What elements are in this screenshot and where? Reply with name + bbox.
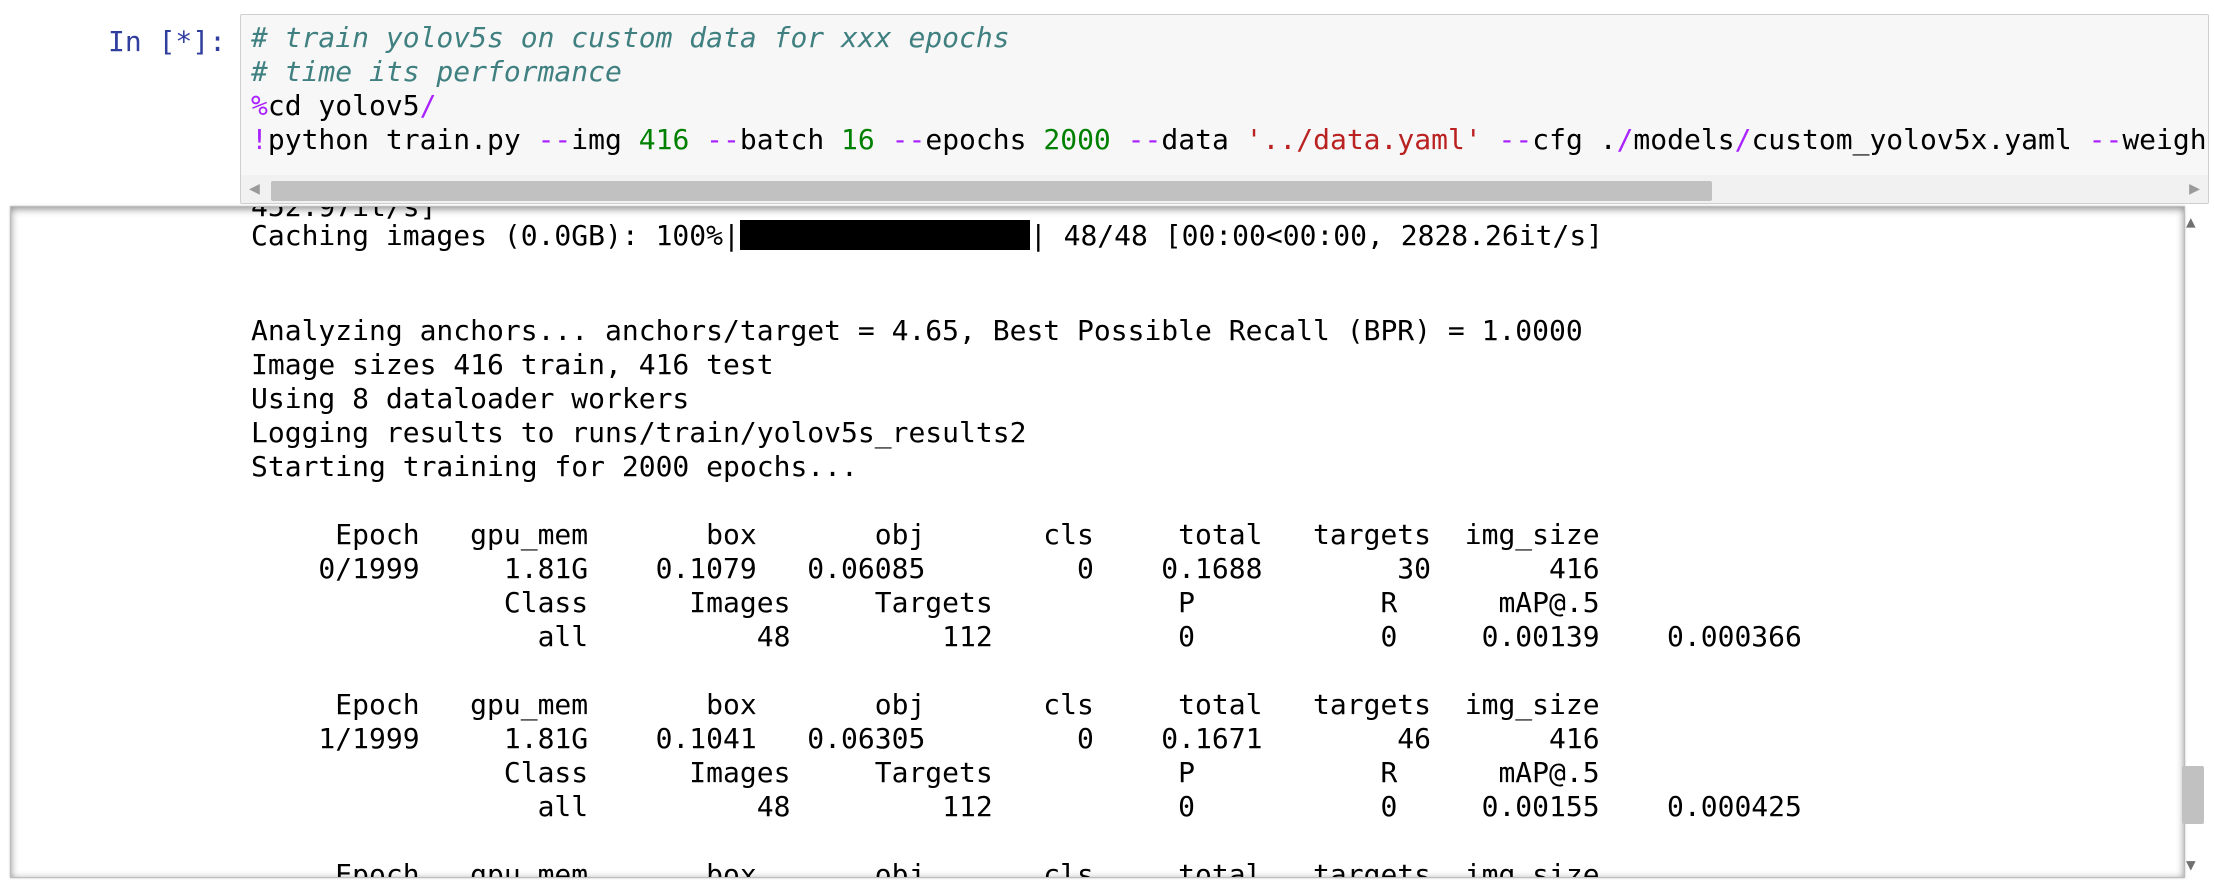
metrics-row: all 48 112 0 0 0.00155 0.000425	[251, 790, 1802, 823]
caching-progress-line: Caching images (0.0GB): 100%| | 48/48 [00…	[251, 219, 1603, 253]
vertical-scrollbar[interactable]: ▲ ▼	[2180, 206, 2206, 878]
output-log-lines: Analyzing anchors... anchors/target = 4.…	[251, 314, 1583, 484]
scroll-up-icon[interactable]: ▲	[2186, 212, 2196, 231]
metrics-row	[251, 824, 1802, 858]
metrics-row: 1/1999 1.81G 0.1041 0.06305 0 0.1671 46 …	[251, 722, 1600, 755]
code-token: # train yolov5s on custom data for xxx e…	[251, 21, 1010, 54]
code-token: # time its performance	[251, 55, 622, 88]
code-token: %	[251, 89, 268, 122]
code-token: --	[891, 123, 926, 156]
cell-prompt: In [*]:	[108, 25, 227, 58]
horizontal-scroll-thumb[interactable]	[271, 181, 1712, 201]
code-token: --	[1127, 123, 1162, 156]
code-token: 416	[638, 123, 690, 156]
metrics-row: Epoch gpu_mem box obj cls total targets …	[251, 518, 1600, 551]
code-token: batch	[739, 123, 842, 156]
output-line: Logging results to runs/train/yolov5s_re…	[251, 416, 1027, 449]
metrics-row: Class Images Targets P R mAP@.5	[251, 586, 1600, 619]
metrics-row	[251, 654, 1802, 688]
code-line: %cd yolov5/	[251, 89, 2207, 123]
code-token: '../data.yaml'	[1245, 123, 1482, 156]
output-line: Starting training for 2000 epochs...	[251, 450, 858, 483]
horizontal-scrollbar[interactable]: ◀ ▶	[241, 175, 2208, 203]
output-line: Image sizes 416 train, 416 test	[251, 348, 774, 381]
vertical-scroll-thumb[interactable]	[2182, 766, 2204, 824]
code-token: data	[1161, 123, 1246, 156]
code-token: cd yolov5	[267, 89, 420, 122]
code-token: python train.py	[267, 123, 538, 156]
training-metrics-table: Epoch gpu_mem box obj cls total targets …	[251, 518, 1802, 878]
code-token: 16	[841, 123, 875, 156]
metrics-row: all 48 112 0 0 0.00139 0.000366	[251, 620, 1802, 653]
progress-bar	[739, 220, 1030, 250]
scroll-left-icon[interactable]: ◀	[249, 178, 260, 200]
code-line: !python train.py --img 416 --batch 16 --…	[251, 123, 2207, 157]
metrics-row: Epoch gpu_mem box obj cls total targets …	[251, 688, 1600, 721]
metrics-row: 0/1999 1.81G 0.1079 0.06085 0 0.1688 30 …	[251, 552, 1600, 585]
scroll-down-icon[interactable]: ▼	[2186, 855, 2196, 874]
code-token: --	[1498, 123, 1533, 156]
code-token: /	[419, 89, 437, 122]
output-line: Analyzing anchors... anchors/target = 4.…	[251, 314, 1583, 347]
output-line: Using 8 dataloader workers	[251, 382, 690, 415]
code-token: cfg .	[1532, 123, 1617, 156]
code-line: # time its performance	[251, 55, 2207, 89]
cell-output-area[interactable]: 452.97it/s] Caching images (0.0GB): 100%…	[10, 206, 2185, 878]
code-token: --	[537, 123, 572, 156]
code-token: /	[1616, 123, 1634, 156]
code-token: models	[1633, 123, 1735, 156]
code-token: weigh	[2122, 123, 2207, 156]
caching-suffix: | 48/48 [00:00<00:00, 2828.26it/s]	[1029, 219, 1604, 252]
code-token: --	[2088, 123, 2123, 156]
code-token: --	[706, 123, 740, 156]
code-token: custom_yolov5x.yaml	[1751, 123, 2089, 156]
scroll-right-icon[interactable]: ▶	[2189, 178, 2200, 200]
metrics-row: Epoch gpu_mem box obj cls total targets …	[251, 858, 1600, 878]
code-token: img	[571, 123, 639, 156]
code-token: !	[251, 123, 268, 156]
caching-prefix: Caching images (0.0GB): 100%|	[251, 219, 740, 252]
code-token: /	[1734, 123, 1752, 156]
metrics-row: Class Images Targets P R mAP@.5	[251, 756, 1600, 789]
code-token: 2000	[1043, 123, 1111, 156]
code-line: # train yolov5s on custom data for xxx e…	[251, 21, 2207, 55]
code-editor[interactable]: # train yolov5s on custom data for xxx e…	[251, 21, 2207, 157]
code-token: epochs	[925, 123, 1044, 156]
code-cell-input[interactable]: # train yolov5s on custom data for xxx e…	[240, 14, 2209, 204]
